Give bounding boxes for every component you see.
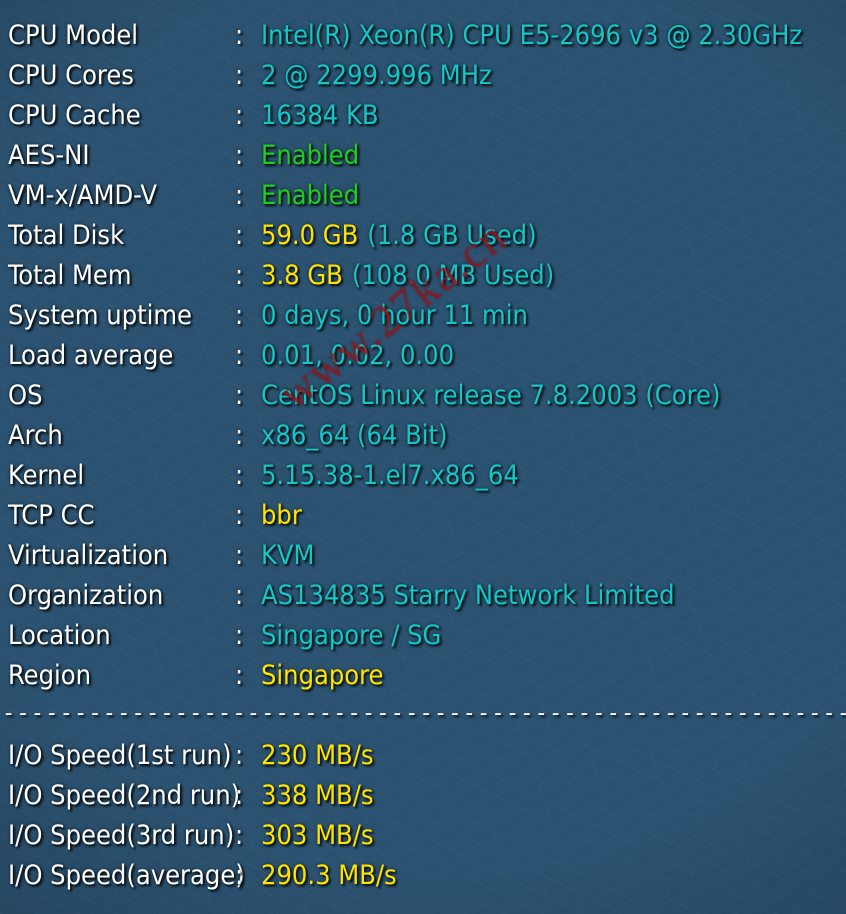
system-info-label: OS bbox=[8, 380, 43, 411]
system-info-value: CentOS Linux release 7.8.2003 (Core) bbox=[261, 380, 721, 411]
system-info-row: System uptime:0 days, 0 hour 11 min bbox=[0, 296, 846, 336]
field-colon: : bbox=[235, 500, 244, 531]
system-info-row: Arch: x86_64 (64 Bit) bbox=[0, 416, 846, 456]
field-colon: : bbox=[235, 620, 244, 651]
system-info-row: Total Mem:3.8 GB (108.0 MB Used) bbox=[0, 256, 846, 296]
system-info-row: VM-x/AMD-V: Enabled bbox=[0, 176, 846, 216]
system-info-value: Enabled bbox=[261, 180, 360, 211]
io-speed-label: I/O Speed(1st run) bbox=[8, 740, 232, 771]
system-info-value-detail: (1.8 GB Used) bbox=[367, 220, 537, 251]
report-content: CPU Model: Intel(R) Xeon(R) CPU E5-2696 v… bbox=[0, 0, 846, 914]
system-info-label: CPU Cache bbox=[8, 100, 141, 131]
system-info-label: Total Mem bbox=[8, 260, 132, 291]
system-info-label: Total Disk bbox=[8, 220, 125, 251]
system-info-value: x86_64 (64 Bit) bbox=[261, 420, 448, 451]
system-info-label: Arch bbox=[8, 420, 63, 451]
field-colon: : bbox=[235, 20, 244, 51]
system-info-row: CPU Cache:16384 KB bbox=[0, 96, 846, 136]
system-info-label: System uptime bbox=[8, 300, 193, 331]
system-info-row: Kernel:5.15.38-1.el7.x86_64 bbox=[0, 456, 846, 496]
system-info-label: AES-NI bbox=[8, 140, 90, 171]
io-speed-label: I/O Speed(3rd run) bbox=[8, 820, 235, 851]
system-info-value: 3.8 GB bbox=[261, 260, 343, 291]
system-info-row: Total Disk:59.0 GB (1.8 GB Used) bbox=[0, 216, 846, 256]
system-info-value: bbr bbox=[261, 500, 302, 531]
field-colon: : bbox=[235, 540, 244, 571]
system-info-label: Virtualization bbox=[8, 540, 169, 571]
io-speed-value: 230 MB/s bbox=[261, 740, 374, 771]
field-colon: : bbox=[235, 180, 244, 211]
field-colon: : bbox=[235, 660, 244, 691]
section-divider: ----------------------------------------… bbox=[2, 703, 846, 725]
system-info-row: Virtualization: KVM bbox=[0, 536, 846, 576]
system-info-value: Enabled bbox=[261, 140, 360, 171]
field-colon: : bbox=[235, 220, 244, 251]
system-info-value: 0 days, 0 hour 11 min bbox=[261, 300, 528, 331]
field-colon: : bbox=[235, 820, 244, 851]
field-colon: : bbox=[235, 860, 244, 891]
field-colon: : bbox=[235, 580, 244, 611]
system-info-row: Load average:0.01, 0.02, 0.00 bbox=[0, 336, 846, 376]
system-info-value: 59.0 GB bbox=[261, 220, 359, 251]
field-colon: : bbox=[235, 780, 244, 811]
system-info-row: CPU Model: Intel(R) Xeon(R) CPU E5-2696 v… bbox=[0, 16, 846, 56]
benchmark-output-screen: www.27ka.cn CPU Model: Intel(R) Xeon(R) C… bbox=[0, 0, 846, 914]
system-info-label: Kernel bbox=[8, 460, 85, 491]
system-info-row: OS: CentOS Linux release 7.8.2003 (Core) bbox=[0, 376, 846, 416]
system-info-row: AES-NI: Enabled bbox=[0, 136, 846, 176]
system-info-label: Load average bbox=[8, 340, 174, 371]
system-info-label: VM-x/AMD-V bbox=[8, 180, 157, 211]
io-speed-row: I/O Speed(3rd run):303 MB/s bbox=[0, 816, 846, 856]
system-info-value: Singapore bbox=[261, 660, 384, 691]
field-colon: : bbox=[235, 420, 244, 451]
system-info-value: 0.01, 0.02, 0.00 bbox=[261, 340, 455, 371]
system-info-row: TCP CC: bbr bbox=[0, 496, 846, 536]
system-info-label: TCP CC bbox=[8, 500, 95, 531]
system-info-row: CPU Cores:2 @ 2299.996 MHz bbox=[0, 56, 846, 96]
field-colon: : bbox=[235, 300, 244, 331]
system-info-value: 5.15.38-1.el7.x86_64 bbox=[261, 460, 519, 491]
system-info-row: Organization: AS134835 Starry Network Lim… bbox=[0, 576, 846, 616]
field-colon: : bbox=[235, 140, 244, 171]
system-info-label: CPU Model bbox=[8, 20, 139, 51]
system-info-label: Location bbox=[8, 620, 111, 651]
io-speed-row: I/O Speed(2nd run):338 MB/s bbox=[0, 776, 846, 816]
field-colon: : bbox=[235, 60, 244, 91]
io-speed-value: 338 MB/s bbox=[261, 780, 374, 811]
field-colon: : bbox=[235, 100, 244, 131]
io-speed-value: 303 MB/s bbox=[261, 820, 374, 851]
io-speed-row: I/O Speed(average):290.3 MB/s bbox=[0, 856, 846, 896]
io-speed-row: I/O Speed(1st run):230 MB/s bbox=[0, 736, 846, 776]
system-info-value: KVM bbox=[261, 540, 315, 571]
io-speed-label: I/O Speed(2nd run) bbox=[8, 780, 241, 811]
system-info-value: Intel(R) Xeon(R) CPU E5-2696 v3 @ 2.30GH… bbox=[261, 20, 803, 51]
io-speed-value: 290.3 MB/s bbox=[261, 860, 397, 891]
system-info-value: AS134835 Starry Network Limited bbox=[261, 580, 675, 611]
system-info-label: Organization bbox=[8, 580, 164, 611]
system-info-label: Region bbox=[8, 660, 92, 691]
field-colon: : bbox=[235, 340, 244, 371]
system-info-label: CPU Cores bbox=[8, 60, 134, 91]
field-colon: : bbox=[235, 380, 244, 411]
field-colon: : bbox=[235, 260, 244, 291]
system-info-value: Singapore / SG bbox=[261, 620, 442, 651]
system-info-row: Region: Singapore bbox=[0, 656, 846, 696]
system-info-value: 16384 KB bbox=[261, 100, 379, 131]
system-info-row: Location: Singapore / SG bbox=[0, 616, 846, 656]
system-info-value: 2 @ 2299.996 MHz bbox=[261, 60, 492, 91]
field-colon: : bbox=[235, 740, 244, 771]
field-colon: : bbox=[235, 460, 244, 491]
io-speed-label: I/O Speed(average) bbox=[8, 860, 245, 891]
system-info-value-detail: (108.0 MB Used) bbox=[351, 260, 555, 291]
